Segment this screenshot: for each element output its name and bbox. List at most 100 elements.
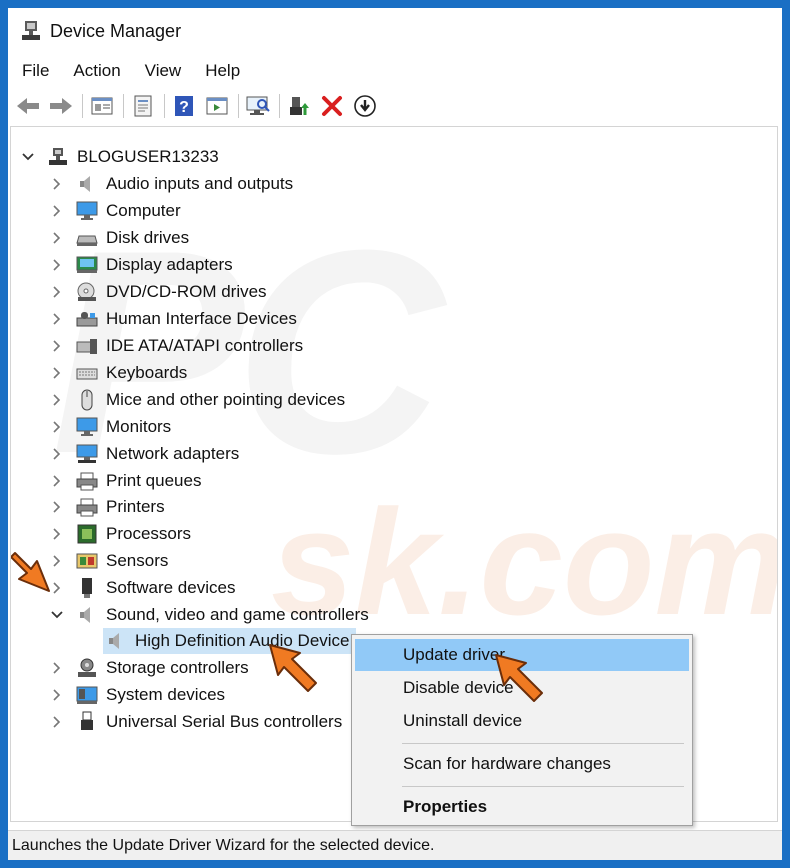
chevron-right-icon[interactable] [50, 661, 64, 675]
menu-separator [402, 786, 684, 787]
chevron-right-icon[interactable] [50, 500, 64, 514]
chevron-down-icon[interactable] [21, 150, 35, 164]
tree-item-label: Sound, video and game controllers [106, 605, 369, 624]
tree-item-label: Monitors [106, 417, 172, 436]
tree-item-label: Printers [106, 497, 165, 516]
computer-icon [76, 200, 98, 222]
chevron-right-icon[interactable] [50, 688, 64, 702]
tree-item-label: Computer [106, 201, 181, 220]
download-icon [354, 95, 376, 117]
menu-action[interactable]: Action [73, 61, 120, 81]
scan-hardware-button[interactable] [244, 92, 272, 120]
properties-pane-button[interactable] [88, 92, 116, 120]
chevron-down-icon[interactable] [50, 608, 64, 622]
toolbar-separator [279, 94, 280, 118]
tree-item-usb-controllers[interactable]: Universal Serial Bus controllers [50, 709, 342, 735]
mouse-icon [76, 389, 98, 411]
speaker-icon [76, 604, 98, 626]
tree-item-mice[interactable]: Mice and other pointing devices [50, 387, 345, 413]
properties-icon [134, 95, 152, 117]
chevron-right-icon[interactable] [50, 204, 64, 218]
toolbar-separator [238, 94, 239, 118]
tree-item-label: DVD/CD-ROM drives [106, 282, 267, 301]
chevron-right-icon[interactable] [50, 447, 64, 461]
annotation-arrow-icon [269, 644, 317, 692]
tree-item-storage-controllers[interactable]: Storage controllers [50, 655, 249, 681]
speaker-icon [76, 173, 98, 195]
tree-item-display-adapters[interactable]: Display adapters [50, 252, 233, 278]
tree-root[interactable]: BLOGUSER13233 [21, 144, 219, 170]
tree-item-label: Storage controllers [106, 658, 249, 677]
annotation-arrow-icon [495, 654, 543, 702]
tree-item-monitors[interactable]: Monitors [50, 414, 171, 440]
action-pane-icon [206, 97, 228, 115]
chevron-right-icon[interactable] [50, 285, 64, 299]
tree-item-label: Display adapters [106, 255, 233, 274]
tree-item-processors[interactable]: Processors [50, 521, 191, 547]
chevron-right-icon[interactable] [50, 393, 64, 407]
status-text: Launches the Update Driver Wizard for th… [12, 836, 435, 854]
monitor-icon [76, 416, 98, 438]
tree-item-label: Software devices [106, 578, 236, 597]
chevron-right-icon[interactable] [50, 312, 64, 326]
annotation-arrow-icon [11, 552, 50, 592]
properties-button[interactable] [129, 92, 157, 120]
tree-item-sensors[interactable]: Sensors [50, 548, 168, 574]
sensor-icon [76, 550, 98, 572]
menu-help[interactable]: Help [205, 61, 240, 81]
uninstall-icon [322, 96, 342, 116]
properties-menu-item[interactable]: Properties [355, 791, 689, 823]
tree-item-hid[interactable]: Human Interface Devices [50, 306, 297, 332]
toolbar: ? [8, 90, 782, 122]
action-pane-button[interactable] [203, 92, 231, 120]
tree-item-ide-controllers[interactable]: IDE ATA/ATAPI controllers [50, 333, 303, 359]
chevron-right-icon[interactable] [50, 366, 64, 380]
chevron-right-icon[interactable] [50, 420, 64, 434]
tree-item-print-queues[interactable]: Print queues [50, 468, 201, 494]
display-adapter-icon [76, 254, 98, 276]
tree-item-computer[interactable]: Computer [50, 198, 181, 224]
chevron-right-icon[interactable] [50, 177, 64, 191]
download-button[interactable] [351, 92, 379, 120]
tree-item-label: Mice and other pointing devices [106, 390, 346, 409]
tree-item-label: Network adapters [106, 444, 240, 463]
tree-item-network-adapters[interactable]: Network adapters [50, 441, 239, 467]
toolbar-separator [164, 94, 165, 118]
tree-item-audio-inputs[interactable]: Audio inputs and outputs [50, 171, 293, 197]
help-button[interactable]: ? [170, 92, 198, 120]
processor-icon [76, 523, 98, 545]
tree-item-software-devices[interactable]: Software devices [50, 575, 235, 601]
tree-item-printers[interactable]: Printers [50, 494, 165, 520]
tree-item-system-devices[interactable]: System devices [50, 682, 225, 708]
chevron-right-icon[interactable] [50, 339, 64, 353]
scan-hardware-menu-item[interactable]: Scan for hardware changes [355, 748, 689, 780]
tree-item-disk-drives[interactable]: Disk drives [50, 225, 189, 251]
print-queue-icon [76, 470, 98, 492]
toolbar-separator [123, 94, 124, 118]
chevron-right-icon[interactable] [50, 258, 64, 272]
update-driver-button[interactable] [285, 92, 313, 120]
system-device-icon [76, 684, 98, 706]
menu-view[interactable]: View [145, 61, 182, 81]
tree-item-keyboards[interactable]: Keyboards [50, 360, 187, 386]
printer-icon [76, 496, 98, 518]
uninstall-button[interactable] [318, 92, 346, 120]
device-manager-window: Device Manager File Action View Help ? P… [8, 8, 782, 860]
chevron-right-icon[interactable] [50, 715, 64, 729]
tree-item-dvd-drives[interactable]: DVD/CD-ROM drives [50, 279, 267, 305]
chevron-right-icon[interactable] [50, 527, 64, 541]
computer-root-icon [47, 146, 69, 168]
uninstall-device-menu-item[interactable]: Uninstall device [355, 705, 689, 737]
back-button[interactable] [14, 92, 42, 120]
tree-item-sound-controllers[interactable]: Sound, video and game controllers [50, 602, 369, 628]
svg-text:?: ? [179, 99, 189, 116]
chevron-right-icon[interactable] [50, 231, 64, 245]
tree-root-label: BLOGUSER13233 [77, 147, 219, 166]
title-bar: Device Manager [8, 8, 782, 54]
chevron-right-icon[interactable] [50, 474, 64, 488]
back-icon [17, 98, 39, 114]
scan-hardware-icon [246, 96, 270, 115]
menu-file[interactable]: File [22, 61, 49, 81]
forward-button[interactable] [47, 92, 75, 120]
usb-icon [76, 711, 98, 733]
